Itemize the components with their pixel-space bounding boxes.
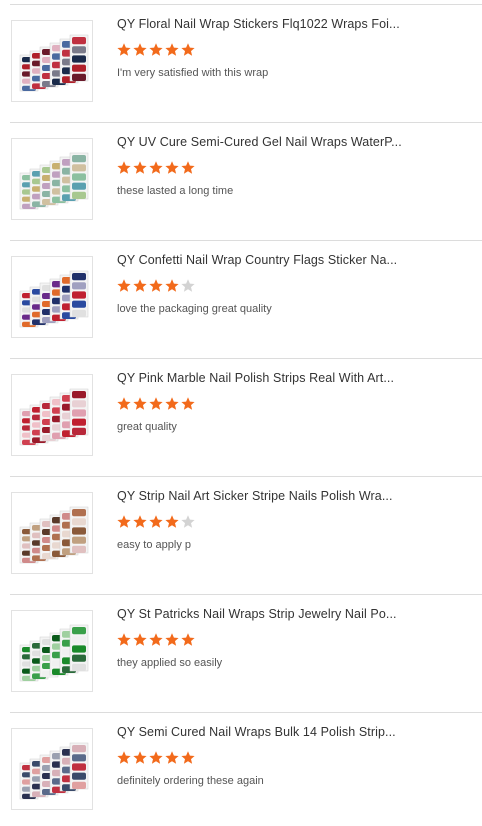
- star-filled-icon: [117, 397, 131, 410]
- thumb-art-5: [19, 506, 89, 564]
- star-empty-icon: [181, 515, 195, 528]
- star-filled-icon: [181, 161, 195, 174]
- star-filled-icon: [117, 161, 131, 174]
- star-empty-icon: [181, 279, 195, 292]
- star-filled-icon: [165, 397, 179, 410]
- product-title[interactable]: QY UV Cure Semi-Cured Gel Nail Wraps Wat…: [117, 135, 407, 149]
- star-filled-icon: [117, 633, 131, 646]
- review-item-2[interactable]: QY UV Cure Semi-Cured Gel Nail Wraps Wat…: [0, 118, 482, 236]
- star-filled-icon: [149, 751, 163, 764]
- star-filled-icon: [117, 279, 131, 292]
- star-filled-icon: [181, 43, 195, 56]
- product-title[interactable]: QY Pink Marble Nail Polish Strips Real W…: [117, 371, 407, 385]
- star-rating: [116, 514, 196, 530]
- divider: [10, 122, 482, 123]
- product-thumbnail[interactable]: [11, 138, 93, 220]
- review-text: love the packaging great quality: [117, 303, 272, 315]
- star-filled-icon: [149, 43, 163, 56]
- star-filled-icon: [149, 161, 163, 174]
- product-title[interactable]: QY Semi Cured Nail Wraps Bulk 14 Polish …: [117, 725, 407, 739]
- review-item-6[interactable]: QY St Patricks Nail Wraps Strip Jewelry …: [0, 590, 482, 708]
- star-filled-icon: [165, 751, 179, 764]
- review-item-4[interactable]: QY Pink Marble Nail Polish Strips Real W…: [0, 354, 482, 472]
- star-filled-icon: [117, 515, 131, 528]
- star-filled-icon: [165, 515, 179, 528]
- star-filled-icon: [181, 397, 195, 410]
- star-filled-icon: [117, 751, 131, 764]
- star-filled-icon: [117, 43, 131, 56]
- product-thumbnail[interactable]: [11, 610, 93, 692]
- divider: [10, 240, 482, 241]
- review-item-1[interactable]: QY Floral Nail Wrap Stickers Flq1022 Wra…: [0, 0, 482, 118]
- star-filled-icon: [165, 633, 179, 646]
- star-filled-icon: [165, 43, 179, 56]
- review-text: definitely ordering these again: [117, 775, 264, 787]
- divider: [10, 712, 482, 713]
- product-thumbnail[interactable]: [11, 492, 93, 574]
- review-text: I'm very satisfied with this wrap: [117, 67, 269, 79]
- star-filled-icon: [133, 515, 147, 528]
- product-title[interactable]: QY Strip Nail Art Sicker Stripe Nails Po…: [117, 489, 407, 503]
- star-filled-icon: [133, 279, 147, 292]
- product-thumbnail[interactable]: [11, 374, 93, 456]
- review-item-7[interactable]: QY Semi Cured Nail Wraps Bulk 14 Polish …: [0, 708, 482, 826]
- thumb-art-7: [19, 742, 89, 800]
- review-item-3[interactable]: QY Confetti Nail Wrap Country Flags Stic…: [0, 236, 482, 354]
- product-title[interactable]: QY Confetti Nail Wrap Country Flags Stic…: [117, 253, 407, 267]
- product-title[interactable]: QY Floral Nail Wrap Stickers Flq1022 Wra…: [117, 17, 407, 31]
- review-text: these lasted a long time: [117, 185, 234, 197]
- star-filled-icon: [149, 279, 163, 292]
- thumb-art-4: [19, 388, 89, 446]
- thumb-art-6: [19, 624, 89, 682]
- divider: [10, 358, 482, 359]
- star-filled-icon: [149, 515, 163, 528]
- star-filled-icon: [181, 633, 195, 646]
- thumb-art-2: [19, 152, 89, 210]
- review-text: easy to apply p: [117, 539, 191, 551]
- star-rating: [116, 632, 196, 648]
- star-filled-icon: [149, 397, 163, 410]
- star-filled-icon: [133, 161, 147, 174]
- star-filled-icon: [165, 279, 179, 292]
- review-item-5[interactable]: QY Strip Nail Art Sicker Stripe Nails Po…: [0, 472, 482, 590]
- divider: [10, 476, 482, 477]
- star-filled-icon: [133, 633, 147, 646]
- product-thumbnail[interactable]: [11, 728, 93, 810]
- review-text: they applied so easily: [117, 657, 223, 669]
- divider: [10, 4, 482, 5]
- star-filled-icon: [133, 397, 147, 410]
- review-list: QY Floral Nail Wrap Stickers Flq1022 Wra…: [0, 0, 482, 823]
- star-rating: [116, 750, 196, 766]
- star-rating: [116, 42, 196, 58]
- star-rating: [116, 396, 196, 412]
- star-filled-icon: [149, 633, 163, 646]
- divider: [10, 594, 482, 595]
- thumb-art-3: [19, 270, 89, 328]
- thumb-art-1: [19, 34, 89, 92]
- product-thumbnail[interactable]: [11, 256, 93, 338]
- star-rating: [116, 160, 196, 176]
- star-filled-icon: [181, 751, 195, 764]
- star-filled-icon: [165, 161, 179, 174]
- star-rating: [116, 278, 196, 294]
- star-filled-icon: [133, 751, 147, 764]
- star-filled-icon: [133, 43, 147, 56]
- product-title[interactable]: QY St Patricks Nail Wraps Strip Jewelry …: [117, 607, 407, 621]
- review-text: great quality: [117, 421, 177, 433]
- product-thumbnail[interactable]: [11, 20, 93, 102]
